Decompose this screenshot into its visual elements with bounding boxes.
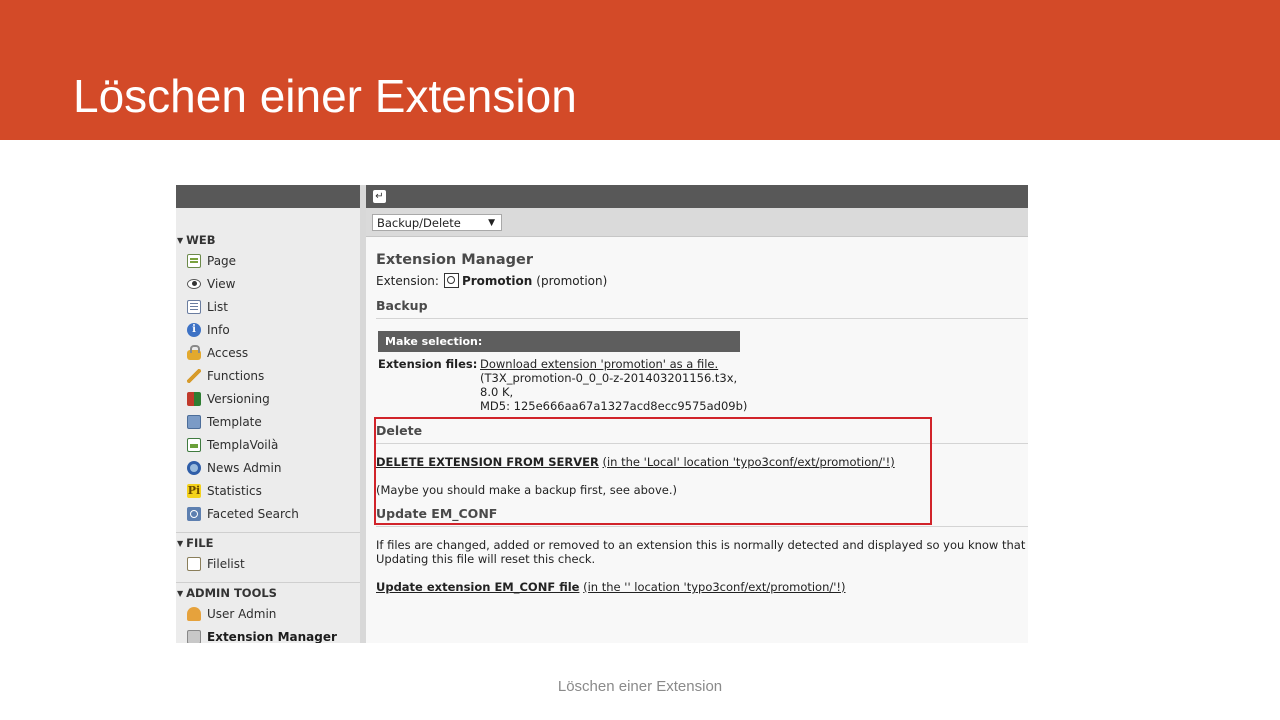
section-title-backup: Backup xyxy=(376,298,428,313)
templavoila-icon xyxy=(187,438,201,452)
module-menu-topbar xyxy=(176,185,361,208)
backup-file-size: 8.0 K, xyxy=(480,385,514,399)
section-divider xyxy=(376,443,1028,444)
update-emconf-link[interactable]: Update extension EM_CONF file xyxy=(376,580,579,594)
table-header: Make selection: xyxy=(378,331,740,352)
menu-item-view[interactable]: View xyxy=(187,274,235,294)
collapse-triangle-icon: ▼ xyxy=(177,236,184,245)
backup-file-name: (T3X_promotion-0_0_0-z-201403201156.t3x, xyxy=(480,371,738,385)
backup-selection-table: Make selection: Extension files: Downloa… xyxy=(378,331,747,414)
pi-statistics-icon: Pi xyxy=(187,484,201,498)
menu-item-filelist[interactable]: Filelist xyxy=(187,554,245,574)
doc-header: ↵ xyxy=(366,185,1028,208)
search-icon xyxy=(187,507,201,521)
download-extension-link[interactable]: Download extension 'promotion' as a file… xyxy=(480,357,718,371)
menu-item-list[interactable]: List xyxy=(187,297,228,317)
extension-info: Extension: Promotion (promotion) xyxy=(376,273,608,288)
user-icon xyxy=(187,607,201,621)
menu-item-page[interactable]: Page xyxy=(187,251,236,271)
menu-divider xyxy=(176,532,360,533)
section-title-delete: Delete xyxy=(376,423,423,438)
menu-item-info[interactable]: i Info xyxy=(187,320,230,340)
info-icon: i xyxy=(187,323,201,337)
delete-line: DELETE EXTENSION FROM SERVER (in the 'Lo… xyxy=(376,455,895,469)
menu-item-functions[interactable]: Functions xyxy=(187,366,264,386)
menu-item-faceted-search[interactable]: Faceted Search xyxy=(187,504,299,524)
menu-divider xyxy=(176,582,360,583)
lock-icon xyxy=(187,345,201,360)
menu-item-template[interactable]: Template xyxy=(187,412,262,432)
wand-icon xyxy=(187,369,201,383)
delete-extension-link[interactable]: DELETE EXTENSION FROM SERVER xyxy=(376,455,599,469)
slide-footer: Löschen einer Extension xyxy=(557,678,723,695)
delete-hint: (Maybe you should make a backup first, s… xyxy=(376,483,677,497)
menu-item-news-admin[interactable]: News Admin xyxy=(187,458,281,478)
menu-item-versioning[interactable]: Versioning xyxy=(187,389,270,409)
module-menu: ▼ WEB Page View List i Info Access Functio… xyxy=(176,185,361,643)
delete-location-link[interactable]: (in the 'Local' location 'typo3conf/ext/… xyxy=(603,455,895,469)
update-location-link[interactable]: (in the '' location 'typo3conf/ext/promo… xyxy=(583,580,845,594)
list-icon xyxy=(187,300,201,314)
news-globe-icon xyxy=(187,461,201,475)
template-icon xyxy=(187,415,201,429)
chevron-down-icon: ▼ xyxy=(488,218,495,228)
extension-key: (promotion) xyxy=(536,273,608,288)
slide-title: Löschen einer Extension xyxy=(73,70,577,122)
menu-item-extension-manager[interactable]: Extension Manager xyxy=(187,627,337,643)
typo3-backend-screenshot: ▼ WEB Page View List i Info Access Functio… xyxy=(176,185,1028,643)
module-content: Extension Manager Extension: Promotion (… xyxy=(366,237,1028,643)
menu-item-user-admin[interactable]: User Admin xyxy=(187,604,276,624)
group-admin-tools[interactable]: ▼ ADMIN TOOLS xyxy=(177,586,277,600)
filelist-icon xyxy=(187,557,201,571)
menu-item-statistics[interactable]: Pi Statistics xyxy=(187,481,262,501)
page-icon xyxy=(187,254,201,268)
section-divider xyxy=(376,318,1028,319)
return-arrow-icon[interactable]: ↵ xyxy=(373,190,386,203)
extension-icon xyxy=(187,630,201,643)
row-value: Download extension 'promotion' as a file… xyxy=(480,357,747,413)
versioning-icon xyxy=(187,392,201,406)
function-menu-select[interactable]: Backup/Delete ▼ xyxy=(372,214,502,231)
row-label: Extension files: xyxy=(378,357,478,371)
collapse-triangle-icon: ▼ xyxy=(177,589,184,598)
section-title-update-emconf: Update EM_CONF xyxy=(376,506,498,521)
menu-item-access[interactable]: Access xyxy=(187,343,248,363)
menu-item-templavoila[interactable]: TemplaVoilà xyxy=(187,435,278,455)
extension-icon xyxy=(443,273,459,288)
view-eye-icon xyxy=(187,279,201,289)
extension-name: Promotion xyxy=(461,273,533,288)
backup-md5: MD5: 125e666aa67a1327acd8ecc9575ad09b) xyxy=(480,399,748,413)
update-line: Update extension EM_CONF file (in the ''… xyxy=(376,580,846,594)
update-description: If files are changed, added or removed t… xyxy=(376,538,1028,566)
table-row: Extension files: Download extension 'pro… xyxy=(378,352,747,414)
group-file[interactable]: ▼ FILE xyxy=(177,536,213,550)
group-web[interactable]: ▼ WEB xyxy=(177,233,215,247)
function-toolbar: Backup/Delete ▼ xyxy=(366,208,1028,237)
page-title: Extension Manager xyxy=(376,252,533,268)
section-divider xyxy=(376,526,1028,527)
collapse-triangle-icon: ▼ xyxy=(177,539,184,548)
